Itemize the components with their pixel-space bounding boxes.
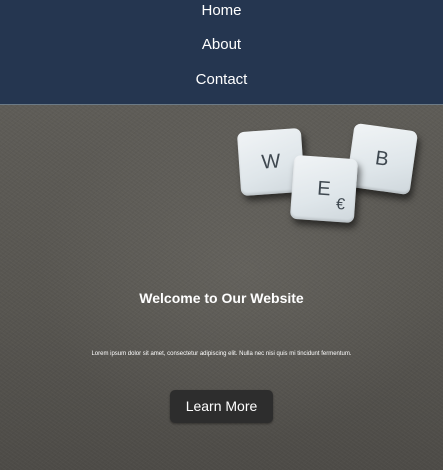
letter-tile-b: B — [345, 122, 419, 196]
hero-description: Lorem ipsum dolor sit amet, consectetur … — [91, 351, 352, 357]
nav-link-home[interactable]: Home — [0, 2, 443, 20]
nav-link-contact[interactable]: Contact — [0, 71, 443, 89]
tile-letter: B — [373, 146, 391, 171]
top-navigation: Home About Contact — [0, 0, 443, 105]
tile-letter: W — [260, 149, 282, 174]
letter-tile-e: E € — [289, 154, 359, 224]
euro-symbol: € — [335, 195, 346, 214]
nav-link-about[interactable]: About — [0, 36, 443, 54]
tile-letter: E — [316, 177, 332, 200]
learn-more-button[interactable]: Learn More — [170, 390, 273, 423]
hero-title: Welcome to Our Website — [139, 290, 304, 306]
hero-section: W B E € Welcome to Our Website Lorem ips… — [0, 105, 443, 470]
